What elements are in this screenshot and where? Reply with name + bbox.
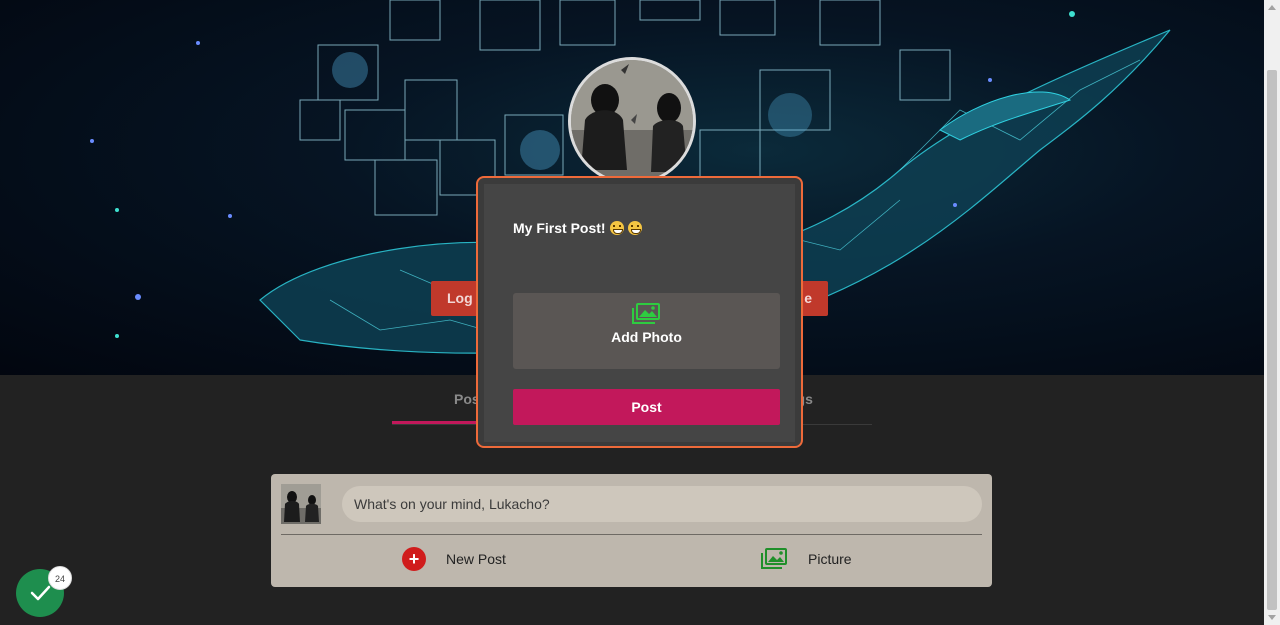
image-gallery-icon xyxy=(761,548,787,569)
scroll-down-icon[interactable] xyxy=(1268,615,1276,620)
composer-divider xyxy=(281,534,982,535)
add-photo-label: Add Photo xyxy=(611,329,682,345)
page-scrollbar[interactable] xyxy=(1264,0,1280,625)
whats-on-your-mind-input[interactable] xyxy=(342,486,982,522)
profile-photo xyxy=(571,60,693,182)
scrollbar-thumb[interactable] xyxy=(1267,70,1277,610)
post-composer: + New Post Picture xyxy=(271,474,992,587)
post-button[interactable]: Post xyxy=(513,389,780,425)
composer-avatar xyxy=(281,484,321,524)
plus-icon: + xyxy=(402,547,426,571)
post-text-preview[interactable]: My First Post! xyxy=(513,220,642,236)
new-post-button[interactable]: + New Post xyxy=(402,544,506,574)
grinning-emoji-icon-2 xyxy=(627,221,642,235)
post-title-text: My First Post! xyxy=(513,220,606,236)
add-photo-icon xyxy=(632,303,660,324)
profile-avatar[interactable] xyxy=(568,57,696,185)
picture-button[interactable]: Picture xyxy=(760,544,852,574)
picture-label: Picture xyxy=(808,551,852,567)
notification-count-badge: 24 xyxy=(48,566,72,590)
new-post-modal: My First Post! Add Photo Post xyxy=(476,176,803,448)
grinning-emoji-icon xyxy=(609,221,624,235)
add-photo-button[interactable]: Add Photo xyxy=(513,293,780,369)
scroll-up-icon[interactable] xyxy=(1268,5,1276,10)
modal-body: My First Post! Add Photo Post xyxy=(484,184,795,442)
new-post-label: New Post xyxy=(446,551,506,567)
composer-avatar-photo xyxy=(281,484,321,524)
